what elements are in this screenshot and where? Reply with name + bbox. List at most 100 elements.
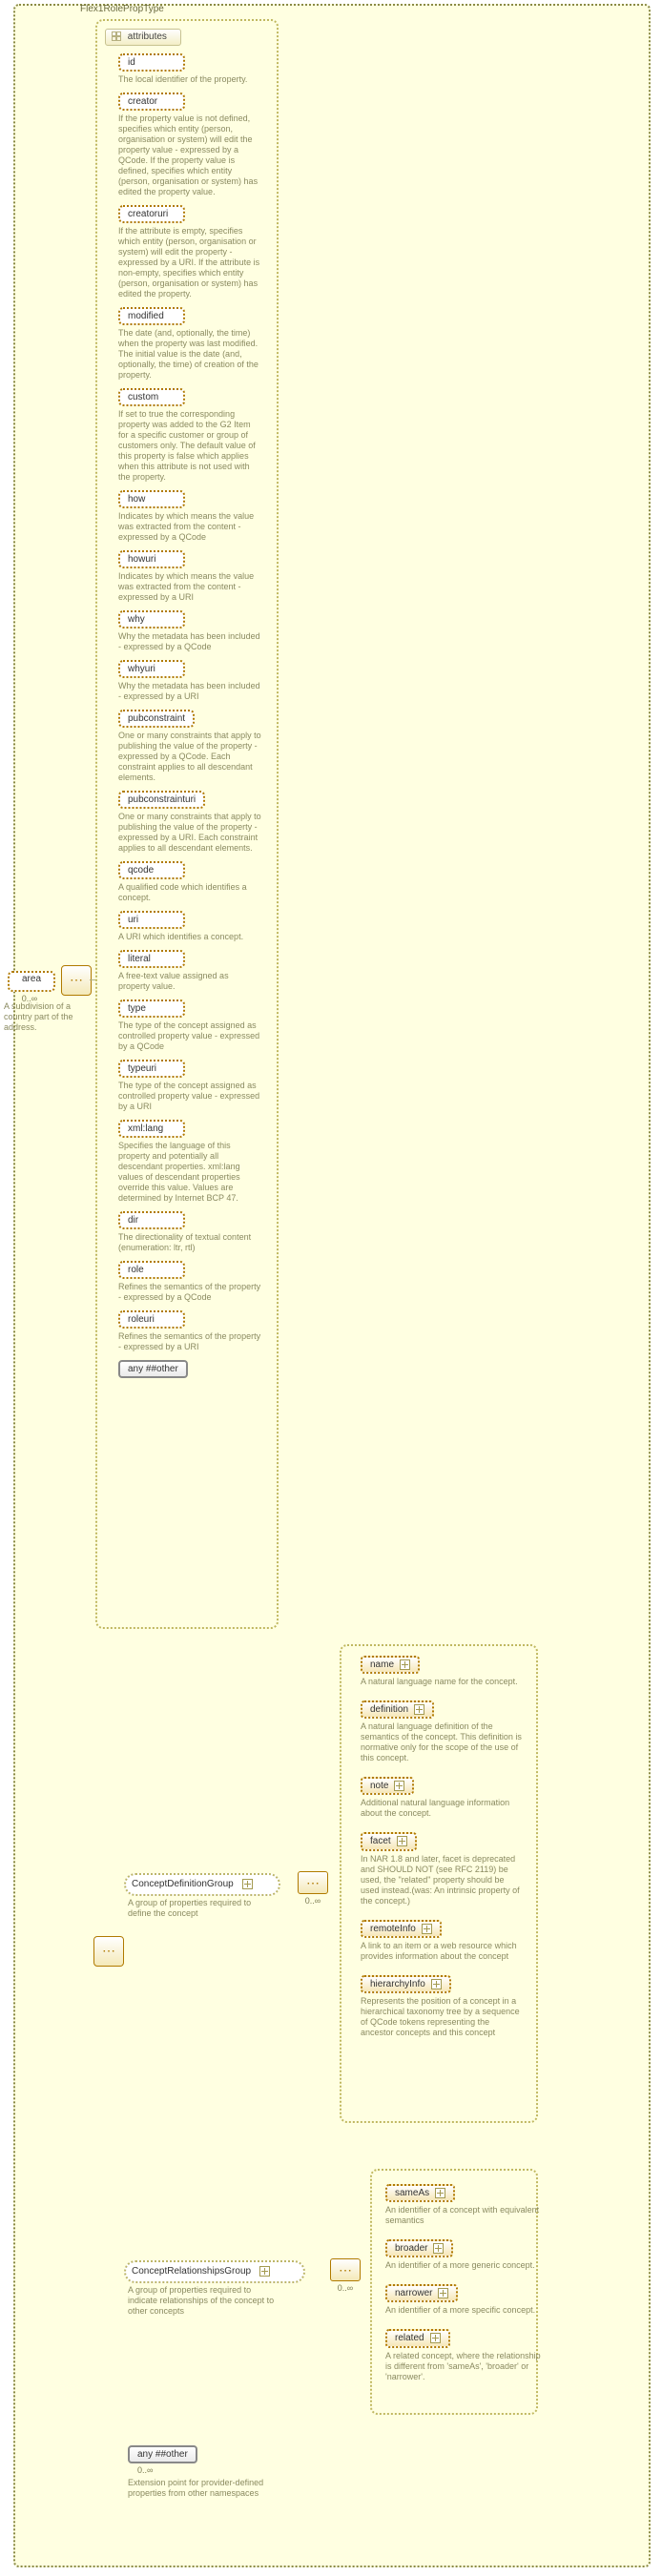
detail-item: relatedA related concept, where the rela… <box>385 2329 631 2381</box>
attribute-item: xml:langSpecifies the language of this p… <box>118 1120 271 1204</box>
attribute-item: qcode A qualified code which identifies a… <box>118 861 271 903</box>
detail-related[interactable]: related <box>385 2329 450 2347</box>
attribute-name[interactable]: dir <box>118 1211 185 1229</box>
detail-broader[interactable]: broader <box>385 2239 453 2257</box>
detail-item: narrower An identifier of a more specific… <box>385 2284 631 2316</box>
detail-label: facet <box>370 1837 391 1847</box>
detail-label: hierarchyInfo <box>370 1979 425 1989</box>
expand-icon[interactable] <box>400 1659 410 1670</box>
concept-definition-group[interactable]: ConceptDefinitionGroup <box>124 1873 280 1896</box>
detail-label: name <box>370 1659 394 1670</box>
attribute-name[interactable]: howuri <box>118 550 185 568</box>
detail-remoteInfo[interactable]: remoteInfo <box>361 1920 442 1938</box>
attribute-desc: The type of the concept assigned as cont… <box>118 1020 261 1052</box>
detail-desc: An identifier of a more generic concept. <box>385 2260 548 2271</box>
attribute-name[interactable]: custom <box>118 388 185 406</box>
attribute-name[interactable]: creator <box>118 93 185 111</box>
expand-icon[interactable] <box>394 1781 404 1791</box>
any-other-box[interactable]: any ##other <box>118 1360 188 1378</box>
attribute-item: pubconstraintOne or many constraints tha… <box>118 710 271 783</box>
detail-sameAs[interactable]: sameAs <box>385 2184 455 2202</box>
attribute-item: creatoruri If the attribute is empty, spe… <box>118 205 271 299</box>
attribute-name[interactable]: id <box>118 53 185 72</box>
attribute-item: pubconstrainturiOne or many constraints … <box>118 791 271 854</box>
detail-definition[interactable]: definition <box>361 1700 434 1719</box>
attribute-desc: The local identifier of the property. <box>118 74 261 85</box>
cdg-occurrence: 0..∞ <box>298 1896 328 1906</box>
attribute-name[interactable]: xml:lang <box>118 1120 185 1138</box>
concept-definition-group-label: ConceptDefinitionGroup <box>132 1879 234 1889</box>
detail-item: note Additional natural language informat… <box>361 1777 631 1819</box>
attribute-item: modifiedThe date (and, optionally, the t… <box>118 307 271 381</box>
detail-desc: An identifier of a concept with equivale… <box>385 2205 548 2226</box>
expand-icon[interactable] <box>431 1979 442 1989</box>
expand-icon[interactable] <box>438 2288 448 2298</box>
attribute-desc: The directionality of textual content (e… <box>118 1232 261 1253</box>
attribute-desc: Indicates by which means the value was e… <box>118 571 261 603</box>
expand-icon[interactable] <box>414 1704 424 1715</box>
detail-label: sameAs <box>395 2188 429 2198</box>
detail-desc: An identifier of a more specific concept… <box>385 2305 548 2316</box>
attribute-desc: A qualified code which identifies a conc… <box>118 882 261 903</box>
attribute-item: whyuriWhy the metadata has been included… <box>118 660 271 702</box>
expand-icon[interactable] <box>242 1879 253 1889</box>
concept-relationships-group-label: ConceptRelationshipsGroup <box>132 2266 251 2277</box>
detail-desc: Additional natural language information … <box>361 1798 523 1819</box>
attributes-list: id The local identifier of the property. c… <box>118 53 271 1378</box>
detail-item: sameAs An identifier of a concept with eq… <box>385 2184 631 2226</box>
attribute-item: customIf set to true the corresponding p… <box>118 388 271 483</box>
attribute-name[interactable]: uri <box>118 911 185 929</box>
attribute-item: howuri Indicates by which means the value… <box>118 550 271 603</box>
attribute-name[interactable]: role <box>118 1261 185 1279</box>
concept-definition-group-desc: A group of properties required to define… <box>128 1898 261 1919</box>
detail-name[interactable]: name <box>361 1656 420 1674</box>
expand-icon[interactable] <box>430 2333 441 2343</box>
attributes-header[interactable]: attributes <box>105 29 181 46</box>
attribute-desc: A URI which identifies a concept. <box>118 932 261 942</box>
attributes-panel: attributes id The local identifier of the… <box>95 19 279 1629</box>
attribute-desc: Why the metadata has been included - exp… <box>118 631 261 652</box>
diagram-root: Flex1RolePropType area 0..∞ A subdivisio… <box>0 0 662 2576</box>
attribute-name[interactable]: literal <box>118 950 185 968</box>
expand-icon[interactable] <box>435 2188 445 2198</box>
attribute-item: uri A URI which identifies a concept. <box>118 911 271 942</box>
expand-icon[interactable] <box>433 2243 444 2254</box>
detail-note[interactable]: note <box>361 1777 414 1795</box>
any-other-box[interactable]: any ##other <box>128 2445 197 2463</box>
type-label: Flex1RolePropType <box>80 4 164 14</box>
attribute-name[interactable]: modified <box>118 307 185 325</box>
area-box[interactable]: area <box>8 971 55 992</box>
detail-facet[interactable]: facet <box>361 1832 417 1850</box>
attribute-name[interactable]: pubconstrainturi <box>118 791 205 809</box>
attribute-name[interactable]: whyuri <box>118 660 185 678</box>
sequence-switch-icon: ⋯ <box>61 965 92 996</box>
attribute-desc: Refines the semantics of the property - … <box>118 1282 261 1303</box>
detail-narrower[interactable]: narrower <box>385 2284 458 2302</box>
attribute-name[interactable]: why <box>118 610 185 629</box>
attribute-desc: If the attribute is empty, specifies whi… <box>118 226 261 299</box>
attribute-name[interactable]: qcode <box>118 861 185 879</box>
concept-relationships-group[interactable]: ConceptRelationshipsGroup <box>124 2260 305 2283</box>
attribute-desc: Refines the semantics of the property - … <box>118 1331 261 1352</box>
attribute-name[interactable]: typeuri <box>118 1060 185 1078</box>
detail-item: remoteInfo A link to an item or a web res… <box>361 1920 631 1962</box>
attribute-name[interactable]: roleuri <box>118 1310 185 1329</box>
expand-icon[interactable] <box>397 1836 407 1846</box>
detail-hierarchyInfo[interactable]: hierarchyInfo <box>361 1975 451 1993</box>
attribute-item: why Why the metadata has been included - … <box>118 610 271 652</box>
detail-desc: In NAR 1.8 and later, facet is deprecate… <box>361 1854 523 1906</box>
attribute-name[interactable]: type <box>118 999 185 1018</box>
expand-icon[interactable] <box>422 1924 432 1934</box>
expand-icon[interactable] <box>259 2266 270 2277</box>
attribute-name[interactable]: creatoruri <box>118 205 185 223</box>
attribute-name[interactable]: pubconstraint <box>118 710 195 728</box>
extension-any-other: any ##other 0..∞ Extension point for pro… <box>128 2445 271 2499</box>
attribute-item: literal A free-text value assigned as pro… <box>118 950 271 992</box>
sequence-icon: ⋯ <box>330 2258 361 2281</box>
detail-desc: A link to an item or a web resource whic… <box>361 1941 523 1962</box>
expand-icon[interactable] <box>112 31 121 41</box>
attribute-desc: A free-text value assigned as property v… <box>118 971 261 992</box>
attribute-name[interactable]: how <box>118 490 185 508</box>
attributes-header-label: attributes <box>128 31 167 42</box>
detail-item: nameA natural language name for the conc… <box>361 1656 631 1687</box>
